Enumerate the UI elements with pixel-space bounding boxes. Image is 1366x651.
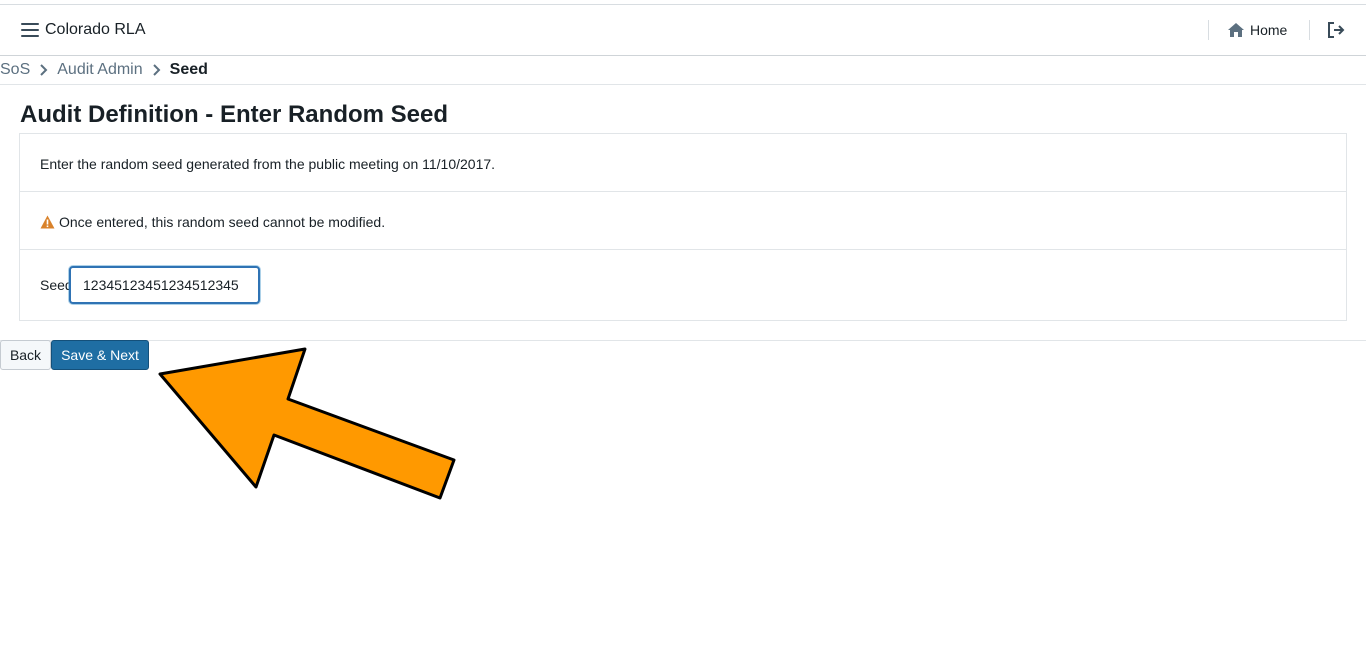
instruction-card: Enter the random seed generated from the… <box>19 133 1347 192</box>
seed-card: Seed <box>19 249 1347 321</box>
home-icon <box>1228 23 1244 37</box>
home-label: Home <box>1250 22 1288 38</box>
breadcrumb-divider <box>0 84 1366 85</box>
logout-icon <box>1328 22 1345 38</box>
warning-text: Once entered, this random seed cannot be… <box>59 214 386 230</box>
footer-divider <box>0 340 1366 341</box>
breadcrumb-sos[interactable]: SoS <box>0 61 30 79</box>
chevron-right-icon <box>152 64 161 76</box>
annotation-arrow <box>158 347 456 500</box>
chevron-right-icon <box>40 64 48 76</box>
breadcrumb-current: Seed <box>169 61 208 78</box>
seed-input[interactable] <box>69 266 260 304</box>
breadcrumb: SoS Audit Admin Seed <box>0 60 208 80</box>
warning-icon <box>40 215 55 229</box>
nav-divider <box>1208 20 1209 40</box>
menu-icon[interactable] <box>21 21 39 39</box>
nav-divider <box>1309 20 1310 40</box>
breadcrumb-audit-admin[interactable]: Audit Admin <box>57 61 142 79</box>
logout-button[interactable] <box>1326 20 1346 40</box>
back-button[interactable]: Back <box>0 340 51 370</box>
app-brand: Colorado RLA <box>45 21 146 38</box>
home-button[interactable]: Home <box>1227 19 1287 41</box>
save-next-button[interactable]: Save & Next <box>51 340 149 370</box>
instruction-text: Enter the random seed generated from the… <box>40 156 496 172</box>
seed-label: Seed <box>40 277 73 293</box>
warning-card: Once entered, this random seed cannot be… <box>19 191 1347 250</box>
top-navbar: Colorado RLA Home <box>0 5 1366 56</box>
page-title: Audit Definition - Enter Random Seed <box>20 101 449 128</box>
